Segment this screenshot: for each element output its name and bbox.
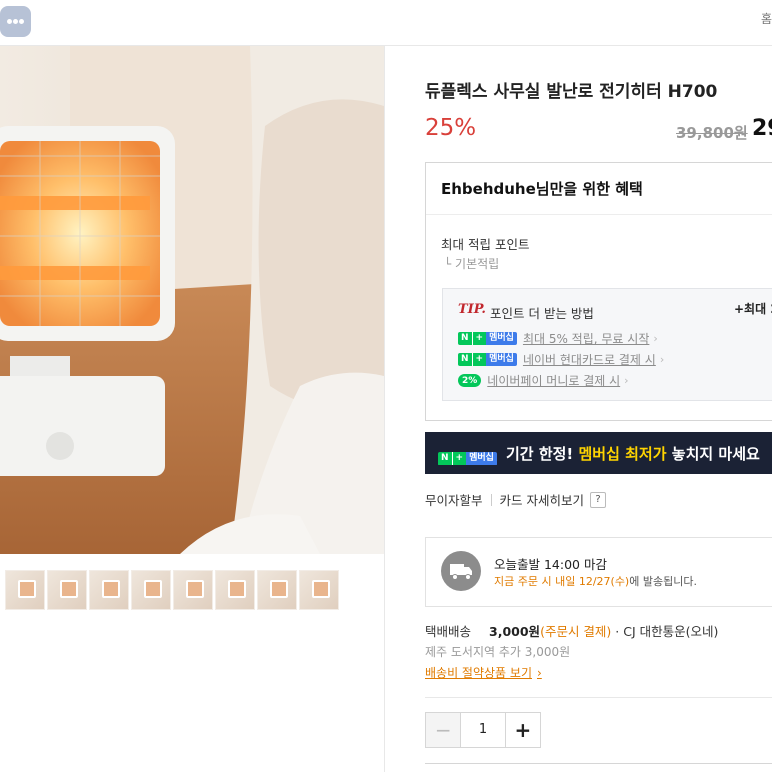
divider — [426, 214, 772, 215]
thumbnail[interactable] — [173, 570, 213, 610]
installment-label: 무이자할부 — [425, 493, 483, 508]
more-menu-button[interactable] — [0, 6, 31, 37]
naver-membership-badge: N + 멤버십 — [458, 332, 517, 345]
tip-text: 포인트 더 받는 방법 — [490, 306, 594, 321]
thumbnail[interactable] — [89, 570, 129, 610]
help-icon[interactable]: ? — [590, 491, 606, 508]
truck-icon — [441, 551, 481, 591]
heater-photo — [0, 46, 384, 554]
divider — [490, 493, 492, 506]
tip-row-label: 네이버페이 머니로 결제 시 — [487, 374, 621, 388]
tip-row-label: 네이버 현대카드로 결제 시 — [522, 353, 656, 367]
product-main-image[interactable] — [0, 46, 384, 554]
more-dots-icon — [13, 19, 18, 24]
naver-pay-badge: 2% — [458, 374, 482, 387]
tip-row-card[interactable]: N + 멤버십 네이버 현대카드로 결제 시 › — [458, 351, 664, 368]
discount-rate: 25% — [425, 115, 477, 141]
original-price: 39,800원 — [676, 124, 748, 142]
decrease-button[interactable]: − — [426, 713, 461, 747]
more-dots-icon — [7, 19, 12, 24]
shipping-info: 택배배송 3,000원(주문시 결제) · CJ 대한통운(오네) — [425, 624, 719, 639]
installment-row: 무이자할부 카드 자세히보기 ? — [425, 490, 606, 509]
card-details-link[interactable]: 카드 자세히보기 — [500, 490, 584, 509]
divider — [425, 763, 772, 764]
thumbnail[interactable] — [131, 570, 171, 610]
naver-membership-badge: N + 멤버십 — [438, 445, 503, 466]
quantity-stepper: − 1 + — [425, 712, 541, 748]
tip-row-label: 최대 5% 적립, 무료 시작 — [522, 332, 650, 346]
thumbnail[interactable] — [299, 570, 339, 610]
tip-row-pay-money[interactable]: 2% 네이버페이 머니로 결제 시 › — [458, 372, 629, 389]
chevron-right-icon: › — [653, 332, 658, 345]
home-link[interactable]: 홈 — [761, 10, 772, 27]
chevron-right-icon: › — [659, 353, 665, 366]
product-title: 듀플렉스 사무실 발난로 전기히터 H700 — [425, 82, 718, 102]
column-divider — [384, 45, 385, 772]
divider — [425, 697, 772, 698]
thumbnail[interactable] — [257, 570, 297, 610]
base-point-label: └ 기본적립 — [444, 257, 500, 271]
naver-membership-badge: N + 멤버십 — [458, 353, 517, 366]
tip-max-point: +최대 2 — [734, 302, 772, 316]
more-dots-icon — [19, 19, 24, 24]
tip-row-membership[interactable]: N + 멤버십 최대 5% 적립, 무료 시작 › — [458, 330, 658, 347]
increase-button[interactable]: + — [506, 713, 540, 747]
tip-label: TIP. — [458, 302, 486, 317]
dispatch-subtitle: 지금 주문 시 내일 12/27(수)에 발송됩니다. — [494, 575, 697, 588]
max-point-label: 최대 적립 포인트 — [441, 237, 530, 252]
chevron-right-icon: › — [624, 374, 629, 387]
shipping-save-link[interactable]: 배송비 절약상품 보기 › — [425, 664, 542, 681]
chevron-right-icon: › — [537, 666, 542, 680]
thumbnail[interactable] — [215, 570, 255, 610]
banner-text: 기간 한정! 멤버십 최저가 놓치지 마세요 — [506, 445, 760, 463]
benefit-title: Ehbehduhe님만을 위한 혜택 — [441, 180, 643, 198]
thumbnail[interactable] — [47, 570, 87, 610]
jeju-surcharge: 제주 도서지역 추가 3,000원 — [425, 645, 571, 659]
quantity-input[interactable]: 1 — [460, 713, 506, 747]
thumbnail[interactable] — [5, 570, 45, 610]
sale-price: 29 — [752, 116, 772, 141]
dispatch-title: 오늘출발 14:00 마감 — [494, 557, 607, 572]
